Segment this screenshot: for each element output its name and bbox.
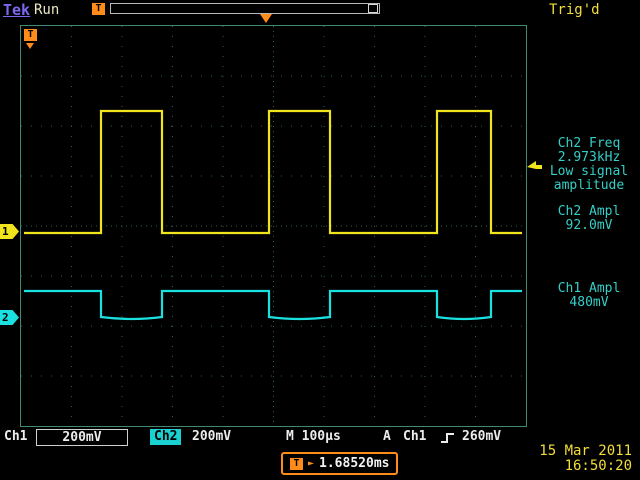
ch1-scale: 200mV [36,429,128,446]
measurement-value: 92.0mV [537,219,640,233]
trace-ch2 [24,291,522,319]
measurement-value: 2.973kHz [537,151,640,165]
measurement-ch1-ampl: Ch1 Ampl 480mV [537,282,640,310]
acquisition-status: Run [34,2,59,18]
rising-edge-icon [440,432,456,444]
pretrigger-marker: T [24,29,37,41]
measurement-value: 480mV [537,296,640,310]
record-trigger-marker: T [92,3,105,15]
right-arrow-icon: ► [308,459,314,469]
record-window-indicator [368,4,378,13]
measurement-label: Ch2 Freq [537,137,640,151]
delay-value: 1.68520ms [319,456,389,471]
brand-logo: Tek [3,1,30,19]
trigger-position-icon [260,14,272,23]
ch1-readout-label: Ch1 [4,429,27,445]
datetime: 15 Mar 2011 16:50:20 [539,444,632,474]
oscilloscope-screen: Tek Run T Trig'd T 1 2 Ch2 Freq 2.973kHz… [0,0,640,480]
ch2-scale: 200mV [192,429,231,445]
ch1-position-tag: 1 [0,224,19,239]
measurement-ch2-ampl: Ch2 Ampl 92.0mV [537,205,640,233]
pretrigger-arrow-icon [26,43,34,49]
trigger-level-readout: 260mV [462,429,501,445]
measurement-label: Ch2 Ampl [537,205,640,219]
delay-trigger-marker: T [290,458,303,470]
measurement-label: Ch1 Ampl [537,282,640,296]
graticule-svg [21,26,526,426]
measurement-warning: amplitude [537,179,640,193]
trigger-status: Trig'd [549,2,600,18]
record-view-bar [110,3,380,14]
trigger-prefix: A [383,429,391,445]
delay-readout: T ► 1.68520ms [281,452,398,475]
time-text: 16:50:20 [539,459,632,474]
ch2-readout-label: Ch2 [150,429,181,445]
measurement-warning: Low signal [537,165,640,179]
date-text: 15 Mar 2011 [539,444,632,459]
graticule: T [20,25,527,427]
timebase-readout: M 100µs [286,429,341,445]
measurement-ch2-freq: Ch2 Freq 2.973kHz Low signal amplitude [537,137,640,193]
trigger-source: Ch1 [403,429,426,445]
ch2-position-tag: 2 [0,310,19,325]
